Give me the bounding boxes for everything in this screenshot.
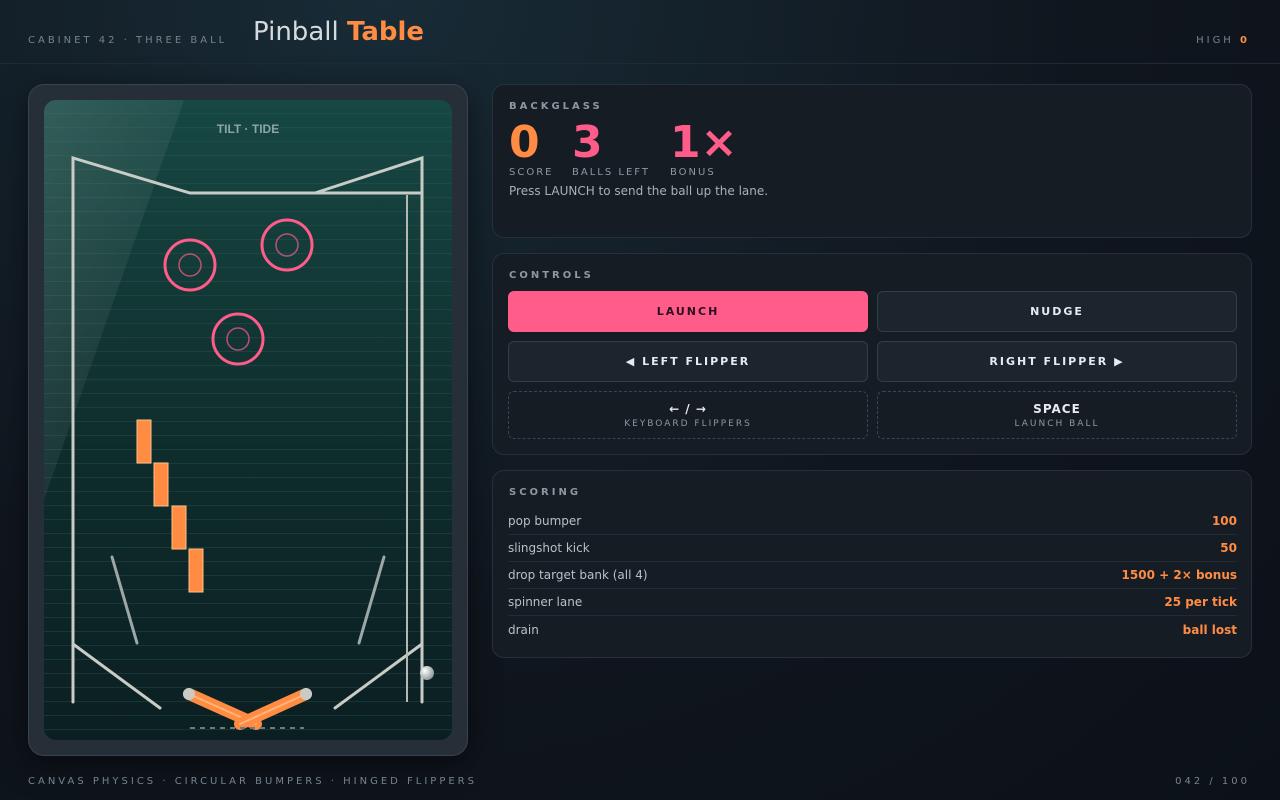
hint-key: ← / → bbox=[669, 401, 707, 416]
page-title: Pinball Table bbox=[253, 17, 424, 47]
scoring-item-name: drop target bank (all 4) bbox=[508, 568, 648, 582]
keyboard-flippers-hint: ← / → KEYBOARD FLIPPERS bbox=[508, 391, 868, 439]
drop-target bbox=[188, 548, 204, 593]
right-flipper-button[interactable]: RIGHT FLIPPER ▶ bbox=[877, 341, 1237, 382]
drop-target bbox=[153, 462, 169, 507]
scoring-item-points: 1500 + 2× bonus bbox=[1121, 568, 1237, 582]
high-score-value: 0 bbox=[1240, 35, 1250, 46]
score-stat: 0 SCORE bbox=[509, 117, 554, 179]
footer-tech-notes: CANVAS PHYSICS · CIRCULAR BUMPERS · HING… bbox=[28, 776, 477, 787]
scoring-row: drop target bank (all 4) 1500 + 2× bonus bbox=[508, 562, 1237, 589]
cabinet-label: CABINET 42 · THREE BALL bbox=[28, 35, 228, 46]
scoring-row: pop bumper 100 bbox=[508, 508, 1237, 535]
balls-stat: 3 BALLS LEFT bbox=[572, 117, 650, 179]
backglass-label: BACKGLASS bbox=[509, 101, 603, 112]
nudge-button[interactable]: NUDGE bbox=[877, 291, 1237, 332]
pinball-ball bbox=[420, 666, 434, 680]
bonus-stat: 1× BONUS bbox=[670, 117, 738, 179]
left-flipper-button[interactable]: ◀ LEFT FLIPPER bbox=[508, 341, 868, 382]
status-message: Press LAUNCH to send the ball up the lan… bbox=[509, 184, 769, 198]
scoring-item-points: 100 bbox=[1211, 514, 1237, 528]
balls-label: BALLS LEFT bbox=[572, 167, 650, 178]
scoring-item-name: spinner lane bbox=[508, 595, 583, 609]
controls-label: CONTROLS bbox=[509, 270, 594, 281]
scoring-item-name: slingshot kick bbox=[508, 541, 590, 555]
scoring-item-points: ball lost bbox=[1182, 622, 1237, 637]
score-value: 0 bbox=[509, 117, 540, 168]
scoring-item-points: 50 bbox=[1220, 541, 1237, 555]
scoring-row: drain ball lost bbox=[508, 616, 1237, 643]
controls-panel: CONTROLS LAUNCH NUDGE ◀ LEFT FLIPPER RIG… bbox=[492, 253, 1252, 455]
balls-value: 3 bbox=[572, 117, 603, 168]
hint-desc: KEYBOARD FLIPPERS bbox=[624, 418, 752, 429]
playfield-canvas: TILT · TIDE bbox=[44, 100, 452, 740]
drop-target bbox=[171, 505, 187, 550]
score-label: SCORE bbox=[509, 167, 554, 178]
backglass-panel: BACKGLASS 0 SCORE 3 BALLS LEFT 1× BONUS … bbox=[492, 84, 1252, 238]
bonus-value: 1× bbox=[670, 117, 738, 168]
high-score-label: HIGH bbox=[1196, 35, 1234, 46]
hint-key: SPACE bbox=[1033, 401, 1081, 416]
launch-ball-hint: SPACE LAUNCH BALL bbox=[877, 391, 1237, 439]
launch-button[interactable]: LAUNCH bbox=[508, 291, 868, 332]
title-main: Pinball bbox=[253, 17, 339, 47]
header: CABINET 42 · THREE BALL Pinball Table HI… bbox=[0, 0, 1280, 64]
hint-desc: LAUNCH BALL bbox=[1014, 418, 1100, 429]
scoring-panel: SCORING pop bumper 100 slingshot kick 50… bbox=[492, 470, 1252, 658]
title-accent: Table bbox=[346, 17, 425, 47]
scoring-row: slingshot kick 50 bbox=[508, 535, 1237, 562]
bonus-label: BONUS bbox=[670, 167, 716, 178]
scoring-item-name: pop bumper bbox=[508, 514, 582, 528]
scoring-row: spinner lane 25 per tick bbox=[508, 589, 1237, 616]
scoring-item-points: 25 per tick bbox=[1164, 595, 1237, 609]
high-score: HIGH 0 bbox=[1196, 35, 1250, 46]
scoring-item-name: drain bbox=[508, 622, 539, 637]
table-label: TILT · TIDE bbox=[217, 122, 279, 136]
scoring-label: SCORING bbox=[509, 487, 582, 498]
drop-target bbox=[136, 419, 152, 464]
footer-page-counter: 042 / 100 bbox=[1175, 776, 1250, 787]
playfield[interactable]: TILT · TIDE bbox=[44, 100, 452, 740]
